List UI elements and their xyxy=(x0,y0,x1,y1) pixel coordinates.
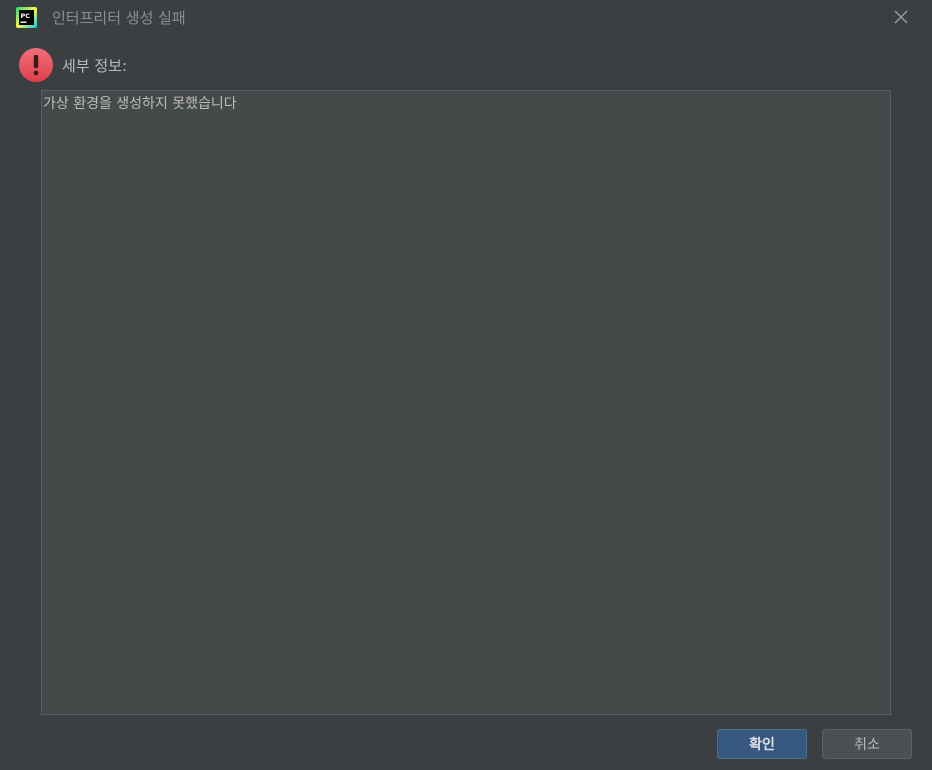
details-text-area[interactable]: 가상 환경을 생성하지 못했습니다 xyxy=(41,90,891,715)
close-icon[interactable] xyxy=(889,5,913,29)
window-title: 인터프리터 생성 실패 xyxy=(52,9,186,27)
pycharm-logo-icon: PC xyxy=(16,7,37,28)
ok-button[interactable]: 확인 xyxy=(717,729,807,759)
dialog-window: PC 인터프리터 생성 실패 세부 정보: 가상 환경을 생성하지 못했습니다 … xyxy=(0,0,932,770)
title-bar: PC 인터프리터 생성 실패 xyxy=(0,0,932,36)
details-text: 가상 환경을 생성하지 못했습니다 xyxy=(43,96,237,112)
svg-text:PC: PC xyxy=(21,12,31,20)
error-icon xyxy=(18,47,54,83)
details-label: 세부 정보: xyxy=(62,57,128,75)
cancel-button[interactable]: 취소 xyxy=(822,729,912,759)
